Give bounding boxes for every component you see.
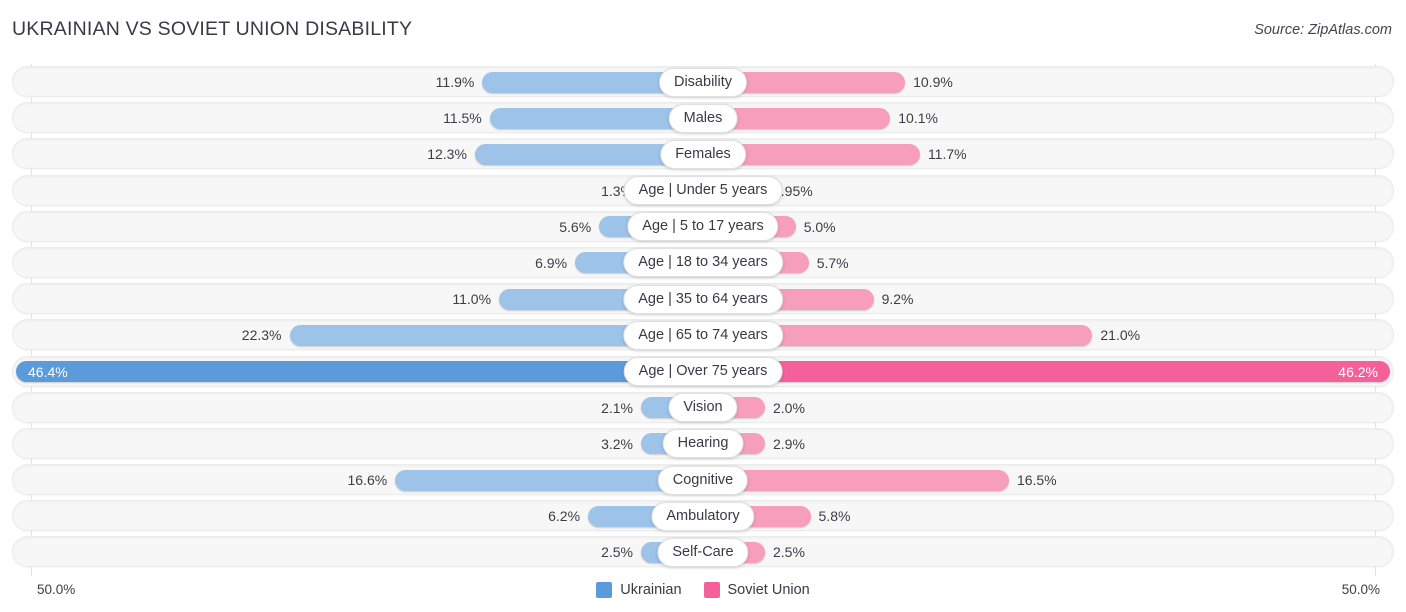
chart-row: 22.3% 21.0% Age | 65 to 74 years [0,317,1406,353]
row-label-pill[interactable]: Females [660,139,746,169]
legend-item[interactable]: Soviet Union [703,582,810,598]
chart-row: 2.1% 2.0% Vision [0,390,1406,426]
bar-soviet-union[interactable] [703,469,1009,491]
value-label-soviet-union: 5.7% [816,254,849,271]
value-label-soviet-union: 10.9% [913,74,953,90]
chart-row: 3.2% 2.9% Hearing [0,426,1406,462]
value-label-ukrainian: 46.4% [28,363,68,380]
row-label-pill[interactable]: Males [668,103,738,133]
value-label-ukrainian: 11.0% [452,291,492,308]
chart-legend: Ukrainian Soviet Union [0,582,1406,598]
row-bars: 2.1% 2.0% Vision [0,390,1406,426]
row-bars: 22.3% 21.0% Age | 65 to 74 years [0,317,1406,353]
value-label-ukrainian: 16.6% [347,472,388,489]
chart-row: 16.6% 16.5% Cognitive [0,462,1406,498]
row-label-pill[interactable]: Cognitive [657,465,749,495]
legend-swatch-icon [596,582,613,598]
bar-soviet-union[interactable] [703,361,1390,382]
row-label-pill[interactable]: Self-Care [657,537,749,567]
bar-ukrainian[interactable] [16,361,703,382]
row-bars: 1.3% 0.95% Age | Under 5 years [0,173,1406,209]
chart-row: 12.3% 11.7% Females [0,136,1406,172]
chart-row: 6.9% 5.7% Age | 18 to 34 years [0,245,1406,281]
row-bars: 5.6% 5.0% Age | 5 to 17 years [0,209,1406,245]
value-label-ukrainian: 1.3% [601,182,633,199]
row-bars: 3.2% 2.9% Hearing [0,426,1406,462]
chart-footer: 50.0% 50.0% Ukrainian Soviet Union [0,578,1406,612]
value-label-soviet-union: 10.1% [898,110,938,127]
row-bars: 11.0% 9.2% Age | 35 to 64 years [0,281,1406,317]
value-label-soviet-union: 5.0% [803,218,836,235]
row-bars: 6.2% 5.8% Ambulatory [0,498,1406,534]
value-label-ukrainian: 12.3% [427,146,467,163]
row-label-pill[interactable]: Age | 35 to 64 years [623,284,783,314]
legend-swatch-icon [703,582,720,598]
value-label-soviet-union: 2.0% [773,399,805,416]
value-label-ukrainian: 11.5% [443,110,482,127]
diverging-bar-chart: 11.9% 10.9% Disability 11.5% 10.1% Males 12.3%… [0,58,1406,578]
row-label-pill[interactable]: Disability [658,67,748,97]
chart-row: 11.0% 9.2% Age | 35 to 64 years [0,281,1406,317]
page-title: UKRAINIAN VS SOVIET UNION DISABILITY [12,18,413,40]
row-bars: 2.5% 2.5% Self-Care [0,534,1406,570]
chart-page: UKRAINIAN VS SOVIET UNION DISABILITY Sou… [0,0,1406,612]
row-bars: 46.4% 46.2% Age | Over 75 years [0,354,1406,390]
value-label-ukrainian: 22.3% [241,327,282,344]
row-bars: 6.9% 5.7% Age | 18 to 34 years [0,245,1406,281]
chart-row: 5.6% 5.0% Age | 5 to 17 years [0,209,1406,245]
value-label-soviet-union: 5.8% [818,508,851,525]
row-bars: 12.3% 11.7% Females [0,136,1406,172]
chart-row: 2.5% 2.5% Self-Care [0,534,1406,570]
value-label-soviet-union: 21.0% [1100,327,1141,344]
value-label-ukrainian: 11.9% [435,74,475,90]
chart-row: 46.4% 46.2% Age | Over 75 years [0,354,1406,390]
row-label-pill[interactable]: Hearing [662,429,744,459]
value-label-ukrainian: 3.2% [601,435,633,452]
source-attribution: Source: ZipAtlas.com [1254,22,1392,38]
value-label-ukrainian: 2.5% [601,544,633,561]
row-label-pill[interactable]: Age | Over 75 years [623,357,783,386]
legend-item[interactable]: Ukrainian [596,582,682,598]
value-label-soviet-union: 2.9% [773,435,805,452]
row-bars: 11.5% 10.1% Males [0,100,1406,136]
value-label-soviet-union: 16.5% [1016,472,1057,489]
chart-row: 1.3% 0.95% Age | Under 5 years [0,173,1406,209]
legend-label: Ukrainian [620,582,682,598]
chart-row: 11.5% 10.1% Males [0,100,1406,136]
row-label-pill[interactable]: Ambulatory [651,501,755,531]
legend-label: Soviet Union [727,582,810,598]
value-label-ukrainian: 6.2% [548,508,581,525]
row-label-pill[interactable]: Age | 65 to 74 years [623,320,783,350]
row-label-pill[interactable]: Age | 5 to 17 years [627,212,779,242]
chart-rows: 11.9% 10.9% Disability 11.5% 10.1% Males 12.3%… [0,64,1406,571]
value-label-ukrainian: 5.6% [559,218,592,235]
value-label-soviet-union: 11.7% [927,146,967,163]
chart-row: 6.2% 5.8% Ambulatory [0,498,1406,534]
row-label-pill[interactable]: Age | Under 5 years [623,176,783,206]
row-label-pill[interactable]: Vision [668,393,738,423]
row-bars: 16.6% 16.5% Cognitive [0,462,1406,498]
row-bars: 11.9% 10.9% Disability [0,64,1406,100]
value-label-soviet-union: 0.95% [773,182,813,199]
chart-header: UKRAINIAN VS SOVIET UNION DISABILITY Sou… [0,0,1406,58]
value-label-soviet-union: 46.2% [1338,363,1378,380]
value-label-ukrainian: 6.9% [535,254,568,271]
value-label-soviet-union: 2.5% [773,544,805,561]
row-label-pill[interactable]: Age | 18 to 34 years [623,248,783,278]
value-label-ukrainian: 2.1% [601,399,633,416]
chart-row: 11.9% 10.9% Disability [0,64,1406,100]
value-label-soviet-union: 9.2% [881,291,914,308]
